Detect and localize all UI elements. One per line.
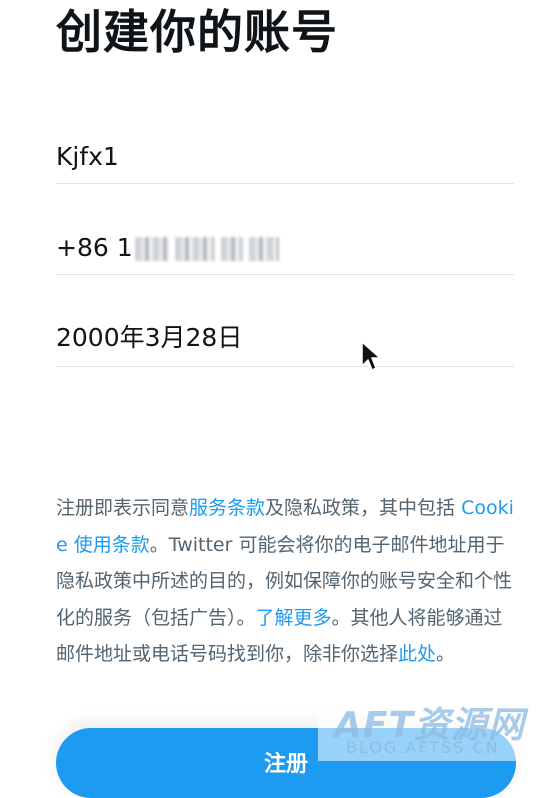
redacted-digits bbox=[134, 237, 169, 261]
terms-part: 。 bbox=[436, 643, 456, 665]
page-title: 创建你的账号 bbox=[56, 5, 338, 59]
birthdate-field[interactable]: 2000年3月28日 bbox=[56, 307, 514, 367]
birthdate-value: 2000年3月28日 bbox=[56, 323, 243, 352]
terms-part: 及隐私政策，其中包括 bbox=[265, 497, 462, 519]
watermark-url: BLOG.AFTSS.CN bbox=[346, 738, 500, 757]
terms-part: 注册即表示同意 bbox=[56, 497, 190, 519]
name-value: Kjfx1 bbox=[56, 142, 119, 171]
redacted-digits bbox=[248, 237, 279, 261]
phone-value-wrap: +86 1 bbox=[56, 233, 279, 262]
name-field[interactable]: Kjfx1 bbox=[56, 124, 514, 184]
redacted-digits bbox=[220, 237, 243, 261]
terms-of-service-link[interactable]: 服务条款 bbox=[189, 497, 265, 519]
phone-field[interactable]: +86 1 bbox=[56, 215, 514, 275]
here-link[interactable]: 此处 bbox=[398, 643, 436, 665]
learn-more-link[interactable]: 了解更多 bbox=[256, 607, 332, 629]
terms-text: 注册即表示同意服务条款及隐私政策，其中包括 Cookie 使用条款。Twitte… bbox=[56, 490, 518, 673]
mouse-pointer-icon bbox=[361, 341, 381, 371]
redacted-digits bbox=[174, 237, 215, 261]
phone-value: +86 1 bbox=[56, 233, 133, 262]
